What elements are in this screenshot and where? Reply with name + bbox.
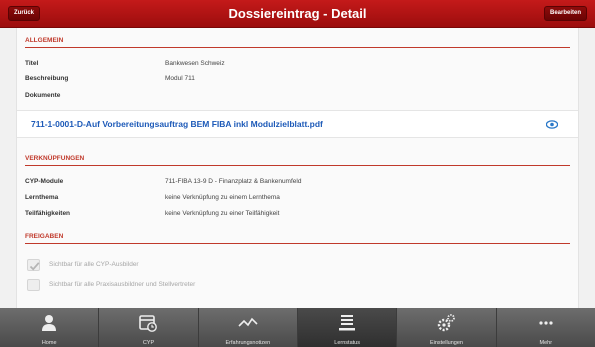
bottom-tab-bar: Home CYP Erfahrungsnotizen Lernstatus Ei… xyxy=(0,308,595,347)
row-label: Beschreibung xyxy=(25,75,69,82)
row-label: CYP-Module xyxy=(25,178,64,185)
detail-row-cyp-module: CYP-Module 711-FIBA 13-9 D - Finanzplatz… xyxy=(25,176,570,188)
detail-row-lernthema: Lernthema keine Verknüpfung zu einem Ler… xyxy=(25,192,570,204)
detail-row-teilfaehigkeiten: Teilfähigkeiten keine Verknüpfung zu ein… xyxy=(25,208,570,220)
tab-erfahrungsnotizen[interactable]: Erfahrungsnotizen xyxy=(199,308,298,347)
list-icon xyxy=(339,315,356,331)
row-label: Lernthema xyxy=(25,194,59,201)
page-title: Dossiereintrag - Detail xyxy=(228,6,367,21)
tab-lernstatus[interactable]: Lernstatus xyxy=(297,308,398,347)
checkmark-icon xyxy=(29,262,40,271)
row-label: Teilfähigkeiten xyxy=(25,210,71,217)
detail-panel: ALLGEMEIN Titel Bankwesen Schweiz Beschr… xyxy=(16,28,579,308)
row-value: Modul 711 xyxy=(165,75,195,82)
detail-row-dokumente: Dokumente xyxy=(25,90,570,102)
gears-icon xyxy=(438,314,456,332)
more-dots-icon xyxy=(539,321,553,325)
tab-home[interactable]: Home xyxy=(0,308,100,347)
document-row[interactable]: 711-1-0001-D-Auf Vorbereitungsauftrag BE… xyxy=(17,110,578,138)
header-bar: Zurück Dossiereintrag - Detail Bearbeite… xyxy=(0,0,595,28)
calendar-clock-icon xyxy=(139,315,158,332)
person-icon xyxy=(42,315,57,331)
tab-label: Mehr xyxy=(539,340,553,346)
section-heading-verknuepfungen: VERKNÜPFUNGEN xyxy=(25,152,570,166)
tab-label: Erfahrungsnotizen xyxy=(225,340,271,346)
tab-cyp[interactable]: CYP xyxy=(99,308,199,347)
detail-row-beschreibung: Beschreibung Modul 711 xyxy=(25,73,570,85)
eye-icon[interactable] xyxy=(546,120,558,129)
document-link[interactable]: 711-1-0001-D-Auf Vorbereitungsauftrag BE… xyxy=(31,119,323,129)
detail-row-titel: Titel Bankwesen Schweiz xyxy=(25,58,570,70)
checkbox-label: Sichtbar für alle Praxisausbildner und S… xyxy=(49,281,196,288)
row-value: 711-FIBA 13-9 D - Finanzplatz & Bankenum… xyxy=(165,178,302,185)
tab-label: Einstellungen xyxy=(429,340,463,346)
tab-label: Lernstatus xyxy=(334,340,360,346)
trend-line-icon xyxy=(238,317,258,327)
row-value: Bankwesen Schweiz xyxy=(165,60,225,67)
checkbox-box[interactable] xyxy=(27,279,40,291)
tab-label: CYP xyxy=(142,340,155,346)
row-label: Dokumente xyxy=(25,92,61,99)
row-value: keine Verknüpfung zu einer Teilfähigkeit xyxy=(165,210,280,217)
section-heading-allgemein: ALLGEMEIN xyxy=(25,34,570,48)
edit-button[interactable]: Bearbeiten xyxy=(543,6,587,21)
section-heading-freigaben: FREIGABEN xyxy=(25,230,570,244)
tab-label: Home xyxy=(41,340,57,346)
tab-mehr[interactable]: Mehr xyxy=(497,308,595,347)
checkbox-label: Sichtbar für alle CYP-Ausbilder xyxy=(49,261,139,268)
row-value: keine Verknüpfung zu einem Lernthema xyxy=(165,194,280,201)
checkbox-box[interactable] xyxy=(27,259,40,271)
tab-einstellungen[interactable]: Einstellungen xyxy=(397,308,497,347)
row-label: Titel xyxy=(25,60,39,67)
